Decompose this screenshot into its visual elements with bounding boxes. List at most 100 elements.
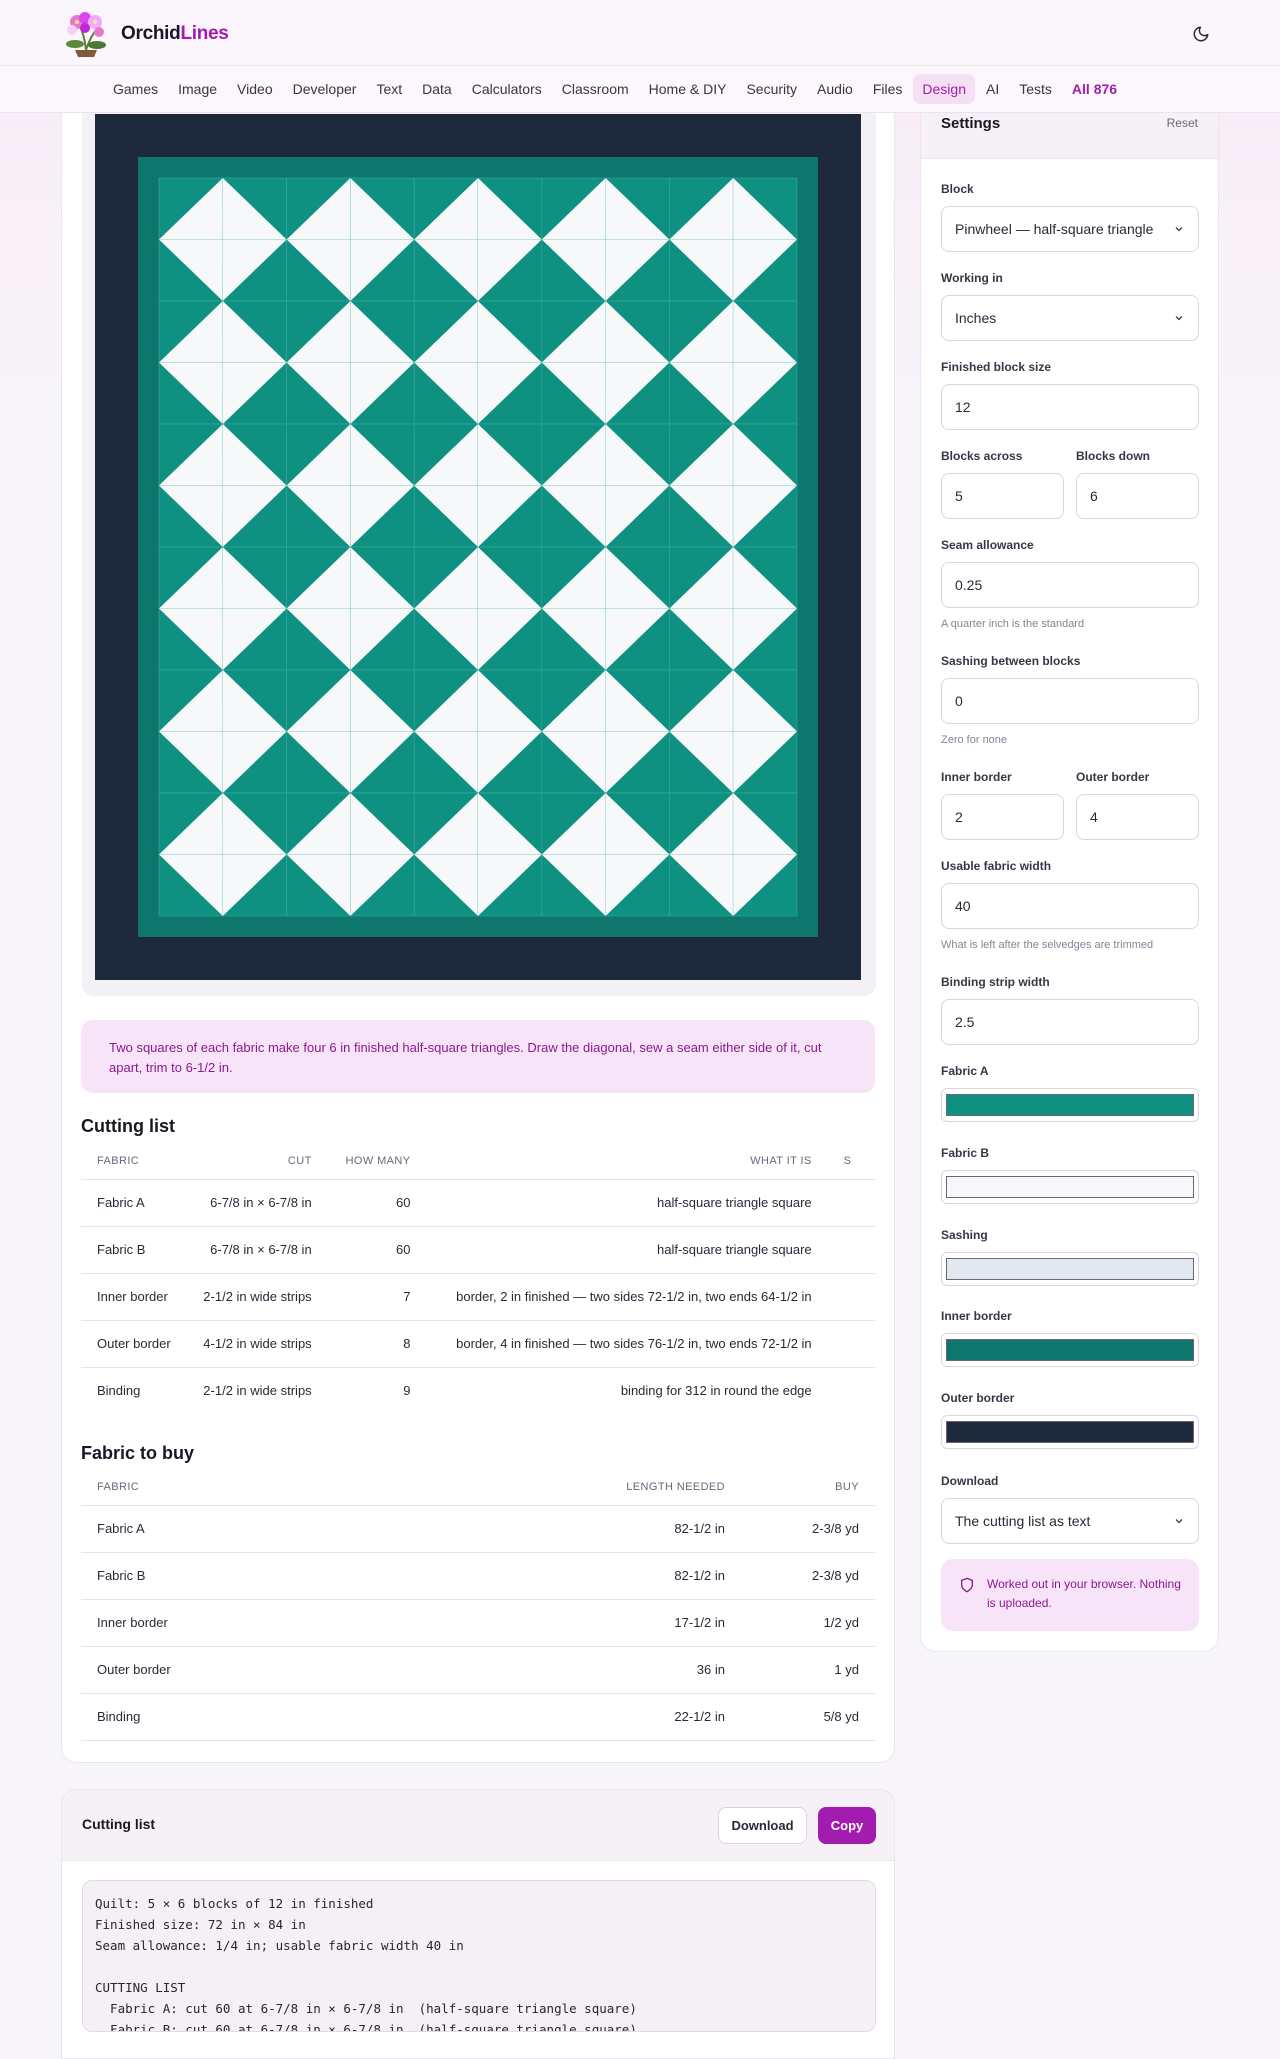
quilt-block — [541, 300, 670, 425]
seam-allowance-label: Seam allowance — [941, 538, 1034, 552]
sashing-input[interactable]: 0 — [941, 678, 1199, 724]
chevron-down-icon — [1175, 227, 1183, 232]
quilt-block — [286, 792, 415, 917]
units-select[interactable]: Inches — [941, 295, 1199, 341]
table-row: Binding 2-1/2 in wide strips 9 binding f… — [81, 1367, 875, 1414]
nav-item-games[interactable]: Games — [104, 74, 167, 104]
blocks-down-input[interactable]: 6 — [1076, 473, 1199, 519]
top-header: OrchidLines — [0, 0, 1280, 66]
cell-what-it-is: border, 2 in finished — two sides 72-1/2… — [426, 1273, 828, 1321]
chevron-down-icon — [1175, 1519, 1183, 1524]
quilt-block — [158, 792, 287, 917]
quilt-block — [669, 177, 798, 302]
finished-size-input[interactable]: 12 — [941, 384, 1199, 430]
inner-border-color-picker[interactable] — [941, 1333, 1199, 1367]
fabric-a-color-picker[interactable] — [941, 1088, 1199, 1122]
output-title: Cutting list — [82, 1816, 156, 1832]
fabric-b-color-label: Fabric B — [941, 1146, 990, 1160]
category-nav: Games Image Video Developer Text Data Ca… — [0, 66, 1280, 113]
download-button[interactable]: Download — [718, 1807, 807, 1844]
col-buy: BUY — [741, 1470, 875, 1506]
nav-item-security[interactable]: Security — [737, 74, 806, 104]
shield-icon — [961, 1577, 973, 1593]
cell-fabric: Outer border — [81, 1646, 541, 1694]
nav-item-text[interactable]: Text — [367, 74, 411, 104]
quilt-block — [669, 792, 798, 917]
cell-empty — [827, 1226, 875, 1274]
quilt-block — [286, 546, 415, 671]
fabric-to-buy-heading: Fabric to buy — [81, 1443, 195, 1463]
outer-border-color-picker[interactable] — [941, 1415, 1199, 1449]
col-how-many: HOW MANY — [327, 1144, 427, 1180]
inner-border-input[interactable]: 2 — [941, 794, 1064, 840]
fabric-width-hint: What is left after the selvedges are tri… — [941, 939, 1154, 951]
quilt-block — [541, 177, 670, 302]
nav-item-image[interactable]: Image — [169, 74, 226, 104]
cutting-list-table: FABRIC CUT HOW MANY WHAT IT IS S Fabric … — [81, 1144, 875, 1414]
fabric-to-buy-header-row: FABRIC LENGTH NEEDED BUY — [81, 1470, 875, 1506]
block-select-value: Pinwheel — half-square triangle — [955, 221, 1154, 237]
quilt-block — [669, 669, 798, 794]
quilt-block — [158, 300, 287, 425]
quilt-block — [286, 300, 415, 425]
download-format-value: The cutting list as text — [955, 1513, 1091, 1529]
cell-fabric: Inner border — [81, 1273, 187, 1321]
brand-logo[interactable]: OrchidLines — [61, 10, 229, 58]
download-format-select[interactable]: The cutting list as text — [941, 1498, 1199, 1544]
table-row: Fabric A 6-7/8 in × 6-7/8 in 60 half-squ… — [81, 1179, 875, 1227]
quilt-block — [541, 423, 670, 548]
quilt-block — [413, 669, 543, 794]
theme-toggle-button[interactable] — [1187, 20, 1215, 48]
nav-item-design[interactable]: Design — [913, 74, 975, 104]
quilt-block — [541, 546, 670, 671]
cutting-list-textarea[interactable]: Quilt: 5 × 6 blocks of 12 in finished Fi… — [82, 1880, 876, 2032]
cutting-list-table-wrap[interactable]: FABRIC CUT HOW MANY WHAT IT IS S Fabric … — [81, 1144, 875, 1414]
finished-size-label: Finished block size — [941, 360, 1052, 374]
quilt-block — [413, 423, 543, 548]
cell-buy: 1 yd — [741, 1646, 875, 1694]
inner-border-label: Inner border — [941, 770, 1012, 784]
nav-item-classroom[interactable]: Classroom — [553, 74, 638, 104]
cell-empty — [827, 1273, 875, 1321]
nav-item-files[interactable]: Files — [864, 74, 912, 104]
col-fabric: FABRIC — [81, 1144, 187, 1180]
fabric-width-input[interactable]: 40 — [941, 883, 1199, 929]
binding-width-input[interactable]: 2.5 — [941, 999, 1199, 1045]
seam-allowance-hint: A quarter inch is the standard — [941, 618, 1085, 630]
brand-name: OrchidLines — [121, 23, 229, 45]
orchid-flower-icon — [66, 12, 106, 57]
sashing-color-picker[interactable] — [941, 1252, 1199, 1286]
block-label: Block — [941, 182, 974, 196]
sashing-hint: Zero for none — [941, 734, 1008, 746]
nav-item-video[interactable]: Video — [228, 74, 282, 104]
download-format-label: Download — [941, 1474, 999, 1488]
table-row: Binding 22-1/2 in 5/8 yd — [81, 1693, 875, 1741]
nav-item-data[interactable]: Data — [413, 74, 461, 104]
blocks-across-input[interactable]: 5 — [941, 473, 1064, 519]
blocks-across-label: Blocks across — [941, 449, 1023, 463]
seam-allowance-input[interactable]: 0.25 — [941, 562, 1199, 608]
table-row: Fabric B 82-1/2 in 2-3/8 yd — [81, 1552, 875, 1600]
nav-list: Games Image Video Developer Text Data Ca… — [104, 74, 1126, 104]
nav-item-home-diy[interactable]: Home & DIY — [640, 74, 736, 104]
quilt-block — [541, 669, 670, 794]
nav-item-audio[interactable]: Audio — [808, 74, 862, 104]
nav-item-all[interactable]: All 876 — [1063, 74, 1126, 104]
quilt-block — [669, 423, 798, 548]
cell-how-many: 8 — [327, 1320, 427, 1368]
cell-fabric: Fabric B — [81, 1552, 541, 1600]
nav-item-tests[interactable]: Tests — [1010, 74, 1061, 104]
cell-empty — [827, 1179, 875, 1227]
nav-item-calculators[interactable]: Calculators — [463, 74, 551, 104]
nav-item-ai[interactable]: AI — [977, 74, 1008, 104]
cutting-list-header-row: FABRIC CUT HOW MANY WHAT IT IS S — [81, 1144, 875, 1180]
quilt-block — [413, 546, 543, 671]
block-select[interactable]: Pinwheel — half-square triangle — [941, 206, 1199, 252]
nav-item-developer[interactable]: Developer — [284, 74, 366, 104]
reset-button[interactable]: Reset — [1167, 116, 1198, 130]
outer-border-input[interactable]: 4 — [1076, 794, 1199, 840]
fabric-b-color-picker[interactable] — [941, 1170, 1199, 1204]
cell-fabric: Fabric A — [81, 1505, 541, 1553]
cell-length: 17-1/2 in — [541, 1599, 741, 1647]
copy-button[interactable]: Copy — [818, 1807, 876, 1844]
